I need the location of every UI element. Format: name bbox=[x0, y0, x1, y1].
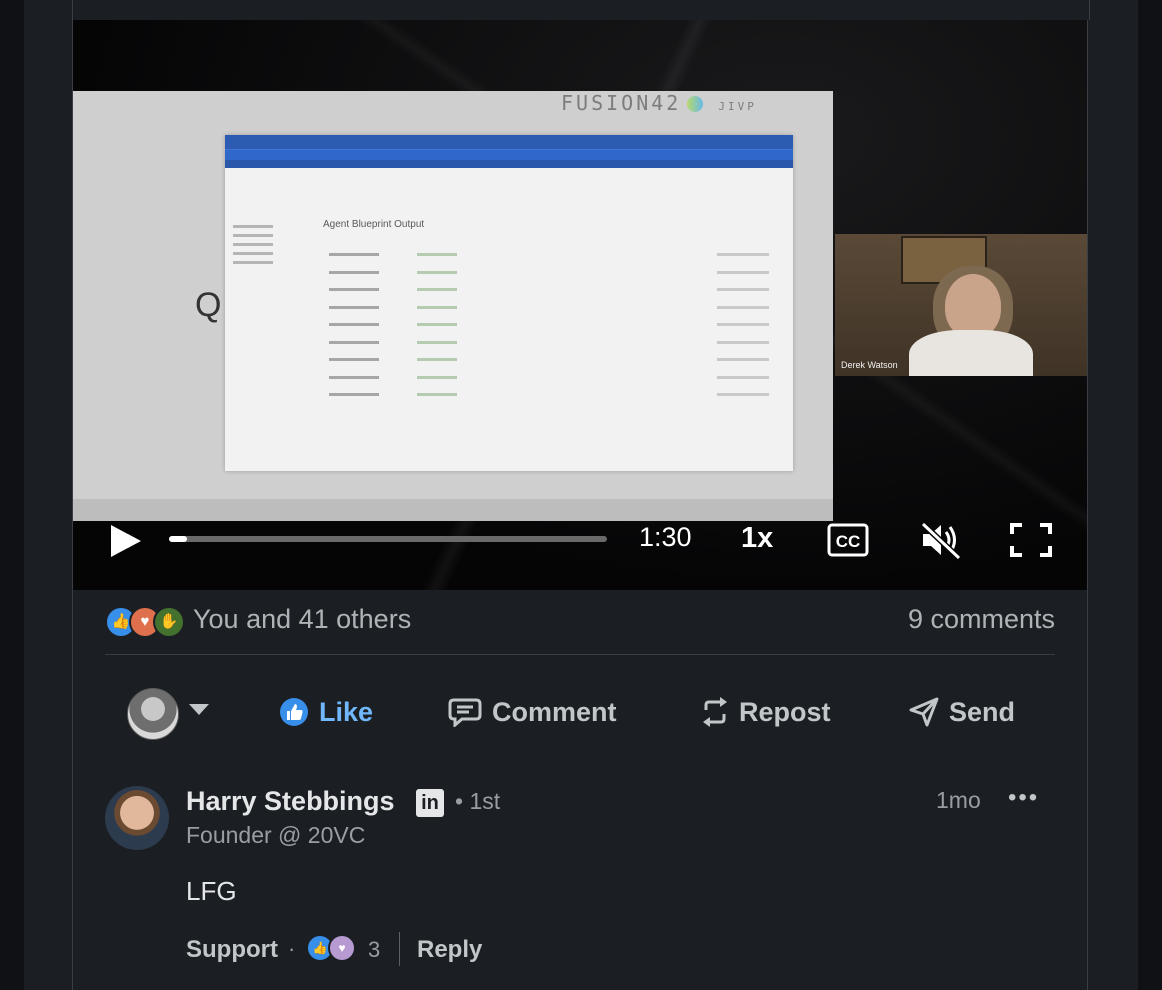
linkedin-icon: in bbox=[416, 789, 444, 817]
reaction-count-text[interactable]: You and 41 others bbox=[193, 604, 411, 635]
repost-button[interactable]: Repost bbox=[701, 694, 831, 730]
closed-captions-icon[interactable]: CC bbox=[827, 522, 869, 558]
like-icon bbox=[280, 698, 308, 726]
fullscreen-icon[interactable] bbox=[1009, 522, 1053, 558]
post-card-top bbox=[72, 0, 1090, 20]
video-player[interactable]: FUSION42 JIVP Q Agent Blueprint Output D… bbox=[73, 20, 1087, 590]
video-slide: FUSION42 JIVP Q Agent Blueprint Output bbox=[73, 91, 833, 521]
repost-label: Repost bbox=[739, 696, 831, 727]
divider bbox=[105, 654, 1055, 655]
comment-text: LFG bbox=[186, 876, 237, 906]
page-right-margin bbox=[1138, 0, 1162, 990]
send-button[interactable]: Send bbox=[909, 694, 1015, 730]
separator-dot: · bbox=[288, 936, 296, 961]
slide-app-sidebar bbox=[233, 219, 303, 270]
slide-taskbar bbox=[73, 499, 833, 521]
comments-count[interactable]: 9 comments bbox=[908, 604, 1055, 635]
social-counts: 👍 ♥ ✋ You and 41 others 9 comments bbox=[105, 600, 1055, 644]
comment-timestamp: 1mo bbox=[936, 787, 981, 813]
like-button[interactable]: Like bbox=[279, 694, 373, 730]
support-reaction-icon: ♥ bbox=[328, 934, 356, 962]
video-controls: 1:30 1x CC bbox=[73, 520, 1087, 590]
commenter-headline: Founder @ 20VC bbox=[186, 822, 366, 848]
connection-degree: • 1st bbox=[455, 788, 501, 814]
slide-browser-window: Agent Blueprint Output bbox=[225, 135, 793, 471]
reply-button[interactable]: Reply bbox=[417, 936, 482, 964]
support-button[interactable]: Support bbox=[186, 936, 278, 964]
commenter-avatar[interactable] bbox=[105, 786, 169, 850]
more-options-icon[interactable]: ••• bbox=[1008, 784, 1039, 812]
page-left-margin bbox=[0, 0, 24, 990]
speaker-camera: Derek Watson bbox=[835, 234, 1087, 376]
divider bbox=[399, 932, 400, 966]
video-progress bbox=[169, 536, 187, 542]
comment-reaction-count[interactable]: 3 bbox=[368, 937, 380, 963]
playback-speed-button[interactable]: 1x bbox=[741, 522, 773, 555]
celebrate-reaction-icon: ✋ bbox=[153, 606, 185, 638]
comment-button[interactable]: Comment bbox=[448, 694, 617, 730]
comment-label: Comment bbox=[492, 696, 617, 727]
send-label: Send bbox=[949, 696, 1016, 727]
speaker-name: Derek Watson bbox=[841, 360, 898, 370]
send-icon bbox=[909, 697, 939, 727]
repost-icon bbox=[703, 697, 727, 727]
play-icon[interactable] bbox=[107, 523, 143, 559]
actor-avatar[interactable] bbox=[127, 688, 179, 740]
chevron-down-icon[interactable] bbox=[189, 704, 209, 716]
post-action-bar: Like Comment Repost Send bbox=[105, 680, 1055, 744]
comment-icon bbox=[448, 698, 482, 727]
svg-text:CC: CC bbox=[836, 532, 861, 551]
video-time: 1:30 bbox=[639, 522, 692, 552]
slide-letter: Q bbox=[195, 286, 222, 324]
video-scrubber[interactable] bbox=[169, 536, 607, 542]
like-label: Like bbox=[319, 696, 374, 727]
mute-icon[interactable] bbox=[919, 520, 963, 560]
slide-app-title: Agent Blueprint Output bbox=[323, 219, 425, 230]
commenter-name[interactable]: Harry Stebbings bbox=[186, 786, 395, 817]
slide-brand-logo: FUSION42 JIVP bbox=[561, 91, 757, 115]
